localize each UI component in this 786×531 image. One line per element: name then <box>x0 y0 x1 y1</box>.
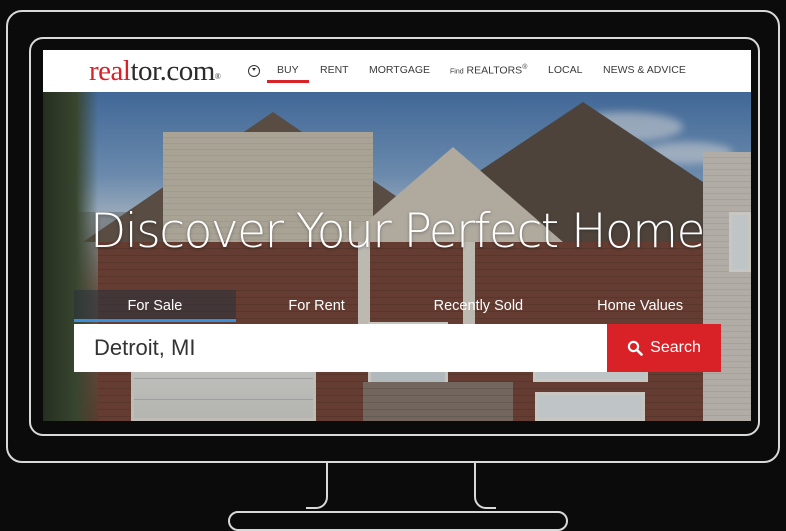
nav-find-realtors[interactable]: Find REALTORS® <box>450 64 527 77</box>
nav-rent[interactable]: RENT <box>320 64 349 76</box>
top-navbar: realtor.com® BUY RENT MORTGAGE Find REAL… <box>43 50 751 92</box>
nav-mortgage[interactable]: MORTGAGE <box>369 64 430 76</box>
tab-recently-sold[interactable]: Recently Sold <box>398 290 560 322</box>
search-bar: Search <box>74 324 721 372</box>
hero-section: Discover Your Perfect Home For Sale For … <box>43 92 751 421</box>
chevron-circle-down-icon[interactable] <box>248 65 260 77</box>
monitor-stand-left <box>306 461 328 509</box>
tab-for-rent[interactable]: For Rent <box>236 290 398 322</box>
hero-headline: Discover Your Perfect Home <box>90 204 705 259</box>
screen: realtor.com® BUY RENT MORTGAGE Find REAL… <box>43 50 751 421</box>
nav-local[interactable]: LOCAL <box>548 64 582 76</box>
search-icon <box>627 340 643 356</box>
realtor-logo[interactable]: realtor.com® <box>89 56 221 86</box>
nav-news-advice[interactable]: NEWS & ADVICE <box>603 64 686 76</box>
search-input[interactable] <box>74 324 607 372</box>
search-tabs: For Sale For Rent Recently Sold Home Val… <box>74 290 721 322</box>
monitor-stand-base <box>228 511 568 531</box>
tab-for-sale[interactable]: For Sale <box>74 290 236 322</box>
nav-active-underline <box>267 80 309 83</box>
search-button[interactable]: Search <box>607 324 721 372</box>
tab-home-values[interactable]: Home Values <box>559 290 721 322</box>
nav-buy[interactable]: BUY <box>277 64 299 76</box>
search-button-label: Search <box>650 339 701 356</box>
monitor-stand-right <box>474 461 496 509</box>
